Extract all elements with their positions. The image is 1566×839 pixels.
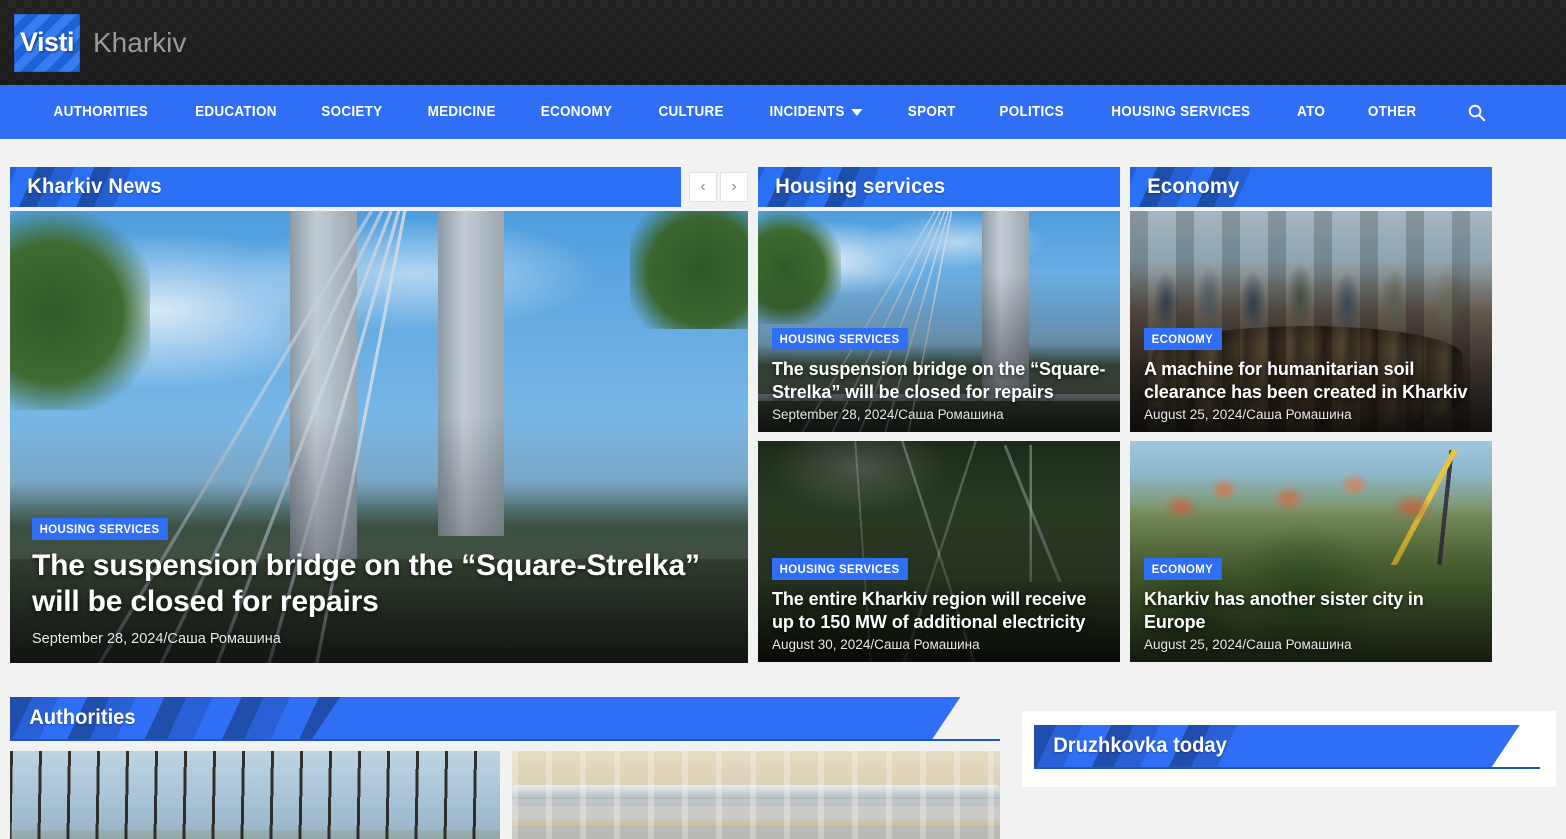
article-card-content: ECONOMY Kharkiv has another sister city … xyxy=(1144,558,1480,652)
nav-label: OTHER xyxy=(1367,104,1417,120)
nav-item-sport[interactable]: SPORT xyxy=(889,85,974,139)
site-header: Visti Kharkiv xyxy=(0,0,1566,85)
article-card[interactable]: HOUSING SERVICES The entire Kharkiv regi… xyxy=(758,441,1120,662)
nav-item-medicine[interactable]: MEDICINE xyxy=(409,85,514,139)
category-badge[interactable]: ECONOMY xyxy=(1144,328,1222,351)
search-icon xyxy=(1468,104,1486,121)
article-title[interactable]: The entire Kharkiv region will receive u… xyxy=(772,588,1108,633)
carousel-controls: ‹ › xyxy=(689,167,748,207)
article-card[interactable]: ECONOMY Kharkiv has another sister city … xyxy=(1130,441,1492,662)
nav-item-society[interactable]: SOCIETY xyxy=(303,85,401,139)
section-title: Housing services xyxy=(775,175,946,198)
category-badge[interactable]: HOUSING SERVICES xyxy=(772,328,909,351)
nav-item-authorities[interactable]: AUTHORITIES xyxy=(35,85,167,139)
category-badge[interactable]: HOUSING SERVICES xyxy=(772,558,909,581)
section-header-housing-services: Housing services xyxy=(758,167,1120,207)
chevron-left-icon: ‹ xyxy=(700,178,706,195)
site-logo[interactable]: Visti Kharkiv xyxy=(14,13,187,72)
article-card-content: HOUSING SERVICES The entire Kharkiv regi… xyxy=(772,558,1108,652)
nav-item-economy[interactable]: ECONOMY xyxy=(523,85,632,139)
category-badge[interactable]: HOUSING SERVICES xyxy=(32,517,169,540)
nav-label: EDUCATION xyxy=(194,104,277,120)
section-header-authorities: Authorities xyxy=(10,697,1000,741)
article-meta: August 25, 2024/Саша Ромашина xyxy=(1144,407,1352,422)
nav-label: POLITICS xyxy=(999,104,1064,120)
article-image xyxy=(512,751,1000,839)
nav-label: INCIDENTS xyxy=(769,104,845,120)
logo-mark-text: Visti xyxy=(19,27,75,57)
article-card-content: ECONOMY A machine for humanitarian soil … xyxy=(1144,328,1480,422)
druzhkovka-column: Druzhkovka today xyxy=(1022,697,1556,839)
nav-item-housing-services[interactable]: HOUSING SERVICES xyxy=(1093,85,1269,139)
authorities-thumbnails xyxy=(10,751,1000,839)
section-title: Druzhkovka today xyxy=(1053,734,1227,757)
search-button[interactable] xyxy=(1467,85,1486,139)
page-content: Kharkiv News ‹ › HOUSING SERVICES The su… xyxy=(0,167,1566,839)
section-title: Authorities xyxy=(29,706,136,729)
chevron-right-icon: › xyxy=(731,178,737,195)
housing-services-column: Housing services HOUSING SERVICES The su… xyxy=(758,167,1120,663)
article-meta: August 25, 2024/Саша Ромашина xyxy=(1144,637,1352,652)
section-title: Economy xyxy=(1147,175,1240,198)
nav-label: CULTURE xyxy=(657,104,724,120)
economy-column: Economy ECONOMY A machine for humanitari… xyxy=(1130,167,1492,663)
nav-label: HOUSING SERVICES xyxy=(1111,104,1251,120)
article-card[interactable]: ECONOMY A machine for humanitarian soil … xyxy=(1130,211,1492,432)
article-thumbnail[interactable] xyxy=(512,751,1000,839)
nav-label: MEDICINE xyxy=(427,104,496,120)
logo-wordmark: Kharkiv xyxy=(93,26,187,58)
hero-article-content: HOUSING SERVICES The suspension bridge o… xyxy=(32,517,708,647)
kharkiv-news-column: Kharkiv News ‹ › HOUSING SERVICES The su… xyxy=(10,167,748,663)
nav-label: SPORT xyxy=(907,104,956,120)
section-header-economy: Economy xyxy=(1130,167,1492,207)
section-title: Kharkiv News xyxy=(27,175,162,198)
nav-label: AUTHORITIES xyxy=(53,104,149,120)
main-navigation: AUTHORITIES EDUCATION SOCIETY MEDICINE E… xyxy=(0,85,1566,139)
authorities-column: Authorities xyxy=(10,697,1000,839)
nav-item-education[interactable]: EDUCATION xyxy=(176,85,295,139)
section-header-druzhkovka: Druzhkovka today xyxy=(1034,725,1540,769)
article-meta: September 28, 2024/Саша Ромашина xyxy=(772,407,1004,422)
nav-item-politics[interactable]: POLITICS xyxy=(981,85,1083,139)
nav-label: ECONOMY xyxy=(541,104,613,120)
nav-item-culture[interactable]: CULTURE xyxy=(639,85,742,139)
carousel-next-button[interactable]: › xyxy=(720,172,748,202)
nav-item-ato[interactable]: ATO xyxy=(1278,85,1343,139)
article-thumbnail[interactable] xyxy=(10,751,500,839)
carousel-prev-button[interactable]: ‹ xyxy=(689,172,717,202)
nav-item-other[interactable]: OTHER xyxy=(1349,85,1435,139)
article-card-content: HOUSING SERVICES The suspension bridge o… xyxy=(772,328,1108,422)
logo-mark[interactable]: Visti xyxy=(14,13,80,72)
kharkiv-news-header-row: Kharkiv News ‹ › xyxy=(10,167,748,207)
chevron-down-icon xyxy=(850,108,863,116)
nav-label: ATO xyxy=(1296,104,1326,120)
hero-article-card[interactable]: HOUSING SERVICES The suspension bridge o… xyxy=(10,211,748,663)
article-meta: August 30, 2024/Саша Ромашина xyxy=(772,637,980,652)
druzhkovka-panel: Druzhkovka today xyxy=(1022,711,1556,787)
nav-item-incidents[interactable]: INCIDENTS xyxy=(751,85,881,139)
hero-article-meta: September 28, 2024/Саша Ромашина xyxy=(32,631,281,647)
article-image xyxy=(10,751,500,839)
article-card[interactable]: HOUSING SERVICES The suspension bridge o… xyxy=(758,211,1120,432)
article-title[interactable]: A machine for humanitarian soil clearanc… xyxy=(1144,358,1480,403)
article-title[interactable]: The suspension bridge on the “Square-Str… xyxy=(772,358,1108,403)
top-content-row: Kharkiv News ‹ › HOUSING SERVICES The su… xyxy=(10,167,1556,663)
hero-article-title[interactable]: The suspension bridge on the “Square-Str… xyxy=(32,548,708,621)
nav-label: SOCIETY xyxy=(321,104,383,120)
section-header-kharkiv-news: Kharkiv News xyxy=(10,167,681,207)
bottom-content-row: Authorities Druzhkovka today xyxy=(10,697,1556,839)
article-title[interactable]: Kharkiv has another sister city in Europ… xyxy=(1144,588,1480,633)
category-badge[interactable]: ECONOMY xyxy=(1144,558,1222,581)
